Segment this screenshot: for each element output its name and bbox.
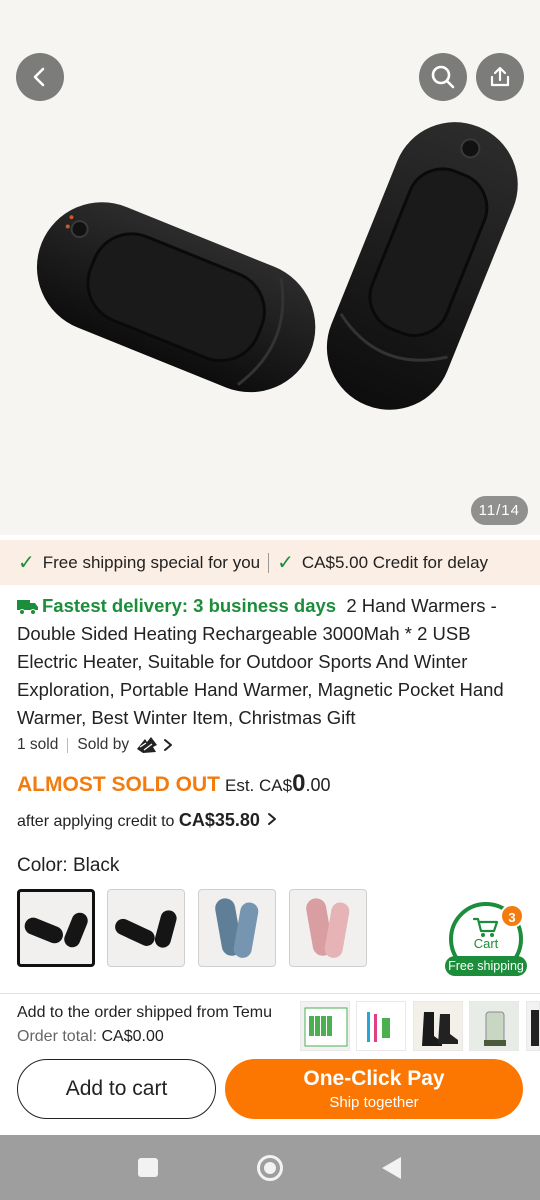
after-credit-text: after applying credit to — [17, 813, 175, 830]
swatch-image — [215, 898, 259, 958]
add-to-order-text: Add to the order shipped from Temu — [17, 1004, 272, 1021]
search-button[interactable] — [419, 53, 467, 101]
image-counter: 11/14 — [470, 496, 528, 525]
sold-count: 1 sold — [17, 736, 59, 753]
swatch-image — [24, 912, 88, 948]
cart-label: Cart — [473, 936, 499, 951]
product-image-gallery[interactable]: 11/14 — [0, 0, 540, 535]
one-click-pay-button[interactable]: One-Click Pay Ship together — [225, 1059, 523, 1119]
pens-image — [357, 1002, 405, 1050]
recommended-item-thumbnail[interactable] — [526, 1001, 540, 1051]
est-price-prefix: Est. CA$ — [225, 776, 293, 795]
truck-icon — [17, 600, 38, 615]
fastest-delivery[interactable]: Fastest delivery: 3 business days — [42, 595, 336, 616]
order-total-label: Order total: — [17, 1028, 98, 1045]
sold-row: 1 sold Sold by — [17, 735, 174, 755]
color-option-blue[interactable] — [198, 889, 276, 967]
recommended-item-thumbnail[interactable] — [413, 1001, 463, 1051]
chevron-left-icon — [33, 67, 45, 87]
back-triangle-icon[interactable] — [382, 1157, 401, 1179]
lamp-image — [470, 1002, 518, 1050]
item-image — [527, 1002, 539, 1050]
cart-count-badge: 3 — [500, 904, 524, 928]
share-button[interactable] — [476, 53, 524, 101]
promo-strip[interactable]: ✓ Free shipping special for you ✓ CA$5.0… — [0, 540, 540, 585]
system-navigation-bar — [0, 1135, 540, 1200]
est-price-whole: 0 — [292, 770, 306, 797]
est-price-decimal: .00 — [305, 775, 331, 795]
cart-icon — [472, 917, 499, 937]
divider — [67, 737, 69, 753]
free-shipping-text: Free shipping special for you — [42, 552, 261, 572]
price-row: ALMOST SOLD OUT Est. CA$ 0 .00 — [17, 770, 330, 798]
recommended-item-thumbnail[interactable] — [469, 1001, 519, 1051]
back-button[interactable] — [16, 53, 64, 101]
swatch-image — [306, 898, 350, 958]
order-total: Order total: CA$0.00 — [17, 1028, 164, 1046]
credit-delay-text: CA$5.00 Credit for delay — [301, 552, 489, 572]
share-icon — [490, 66, 510, 87]
order-total-value: CA$0.00 — [101, 1028, 164, 1045]
divider — [268, 552, 270, 573]
swatch-image — [115, 910, 177, 948]
free-shipping-pill: Free shipping — [445, 956, 527, 976]
product-title: Fastest delivery: 3 business days 2 Hand… — [17, 592, 527, 732]
boots-image — [414, 1002, 462, 1050]
bottom-action-bar: Add to the order shipped from Temu Order… — [0, 993, 540, 1135]
color-option-black-1[interactable] — [17, 889, 95, 967]
almost-sold-out-label: ALMOST SOLD OUT — [17, 773, 220, 796]
sold-by-label: Sold by — [77, 736, 130, 753]
check-icon: ✓ — [18, 552, 35, 574]
chevron-right-icon — [268, 813, 277, 825]
credit-row[interactable]: after applying credit to CA$35.80 — [17, 810, 277, 831]
color-option-black-2[interactable] — [107, 889, 185, 967]
color-option-pink[interactable] — [289, 889, 367, 967]
batteries-image — [304, 1007, 348, 1047]
search-icon — [431, 65, 455, 89]
recents-icon[interactable] — [138, 1158, 158, 1177]
chevron-right-icon[interactable] — [162, 738, 174, 752]
ship-together-label: Ship together — [329, 1094, 419, 1111]
add-to-cart-button[interactable]: Add to cart — [17, 1059, 216, 1119]
store-logo-icon[interactable] — [135, 735, 159, 755]
home-icon[interactable] — [257, 1155, 283, 1181]
color-label: Color: Black — [17, 855, 120, 876]
cart-floating-button[interactable]: Cart 3 Free shipping — [445, 902, 527, 976]
after-credit-amount: CA$35.80 — [178, 810, 260, 830]
recommended-item-thumbnail[interactable] — [300, 1001, 350, 1051]
recommended-item-thumbnail[interactable] — [356, 1001, 406, 1051]
check-icon: ✓ — [277, 552, 294, 574]
one-click-pay-label: One-Click Pay — [303, 1067, 445, 1090]
